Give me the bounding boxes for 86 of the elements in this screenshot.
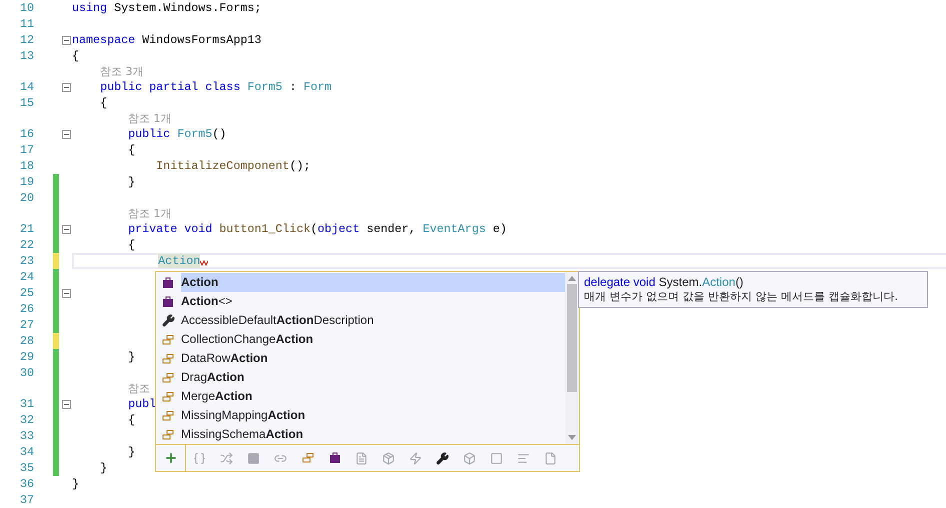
square-icon bbox=[247, 452, 260, 464]
code-line: public Form5() bbox=[127, 127, 226, 141]
line-number: 17 bbox=[18, 143, 34, 157]
page-icon bbox=[544, 452, 557, 464]
code-line: publ bbox=[127, 397, 156, 411]
line-number: 11 bbox=[18, 17, 34, 31]
line-number: 26 bbox=[18, 302, 34, 316]
collapse-icon[interactable] bbox=[62, 224, 71, 234]
line-number: 30 bbox=[18, 366, 34, 380]
completion-item[interactable]: MissingSchemaAction bbox=[156, 425, 565, 444]
completion-item[interactable]: AccessibleDefaultActionDescription bbox=[156, 311, 565, 330]
line-number: 25 bbox=[18, 286, 34, 300]
line-number: 33 bbox=[18, 429, 34, 443]
lightning-icon bbox=[409, 452, 422, 464]
line-number: 16 bbox=[18, 127, 34, 141]
code-line: } bbox=[127, 445, 136, 459]
completion-item[interactable]: Action<> bbox=[156, 292, 565, 311]
enum-icon bbox=[162, 372, 174, 384]
class-icon bbox=[162, 276, 174, 288]
line-number: 27 bbox=[18, 318, 34, 332]
collapse-icon[interactable] bbox=[62, 82, 71, 92]
code-line: InitializeComponent(); bbox=[155, 159, 310, 173]
collapse-icon[interactable] bbox=[62, 288, 71, 298]
signature-text: delegate void System.Action() bbox=[584, 275, 744, 289]
lines-icon bbox=[517, 452, 530, 464]
line-number: 29 bbox=[18, 350, 34, 364]
collapse-icon[interactable] bbox=[62, 130, 71, 138]
code-line: } bbox=[127, 350, 136, 364]
line-number: 19 bbox=[18, 175, 34, 189]
code-line: } bbox=[127, 175, 136, 189]
line-number: 10 bbox=[18, 1, 34, 15]
line-number: 20 bbox=[18, 191, 34, 205]
line-number: 21 bbox=[18, 222, 34, 236]
code-line: } bbox=[72, 477, 80, 491]
completion-item[interactable]: MissingMappingAction bbox=[156, 406, 565, 425]
code-line: { bbox=[72, 49, 80, 63]
shuffle-icon bbox=[220, 452, 233, 464]
scrollbar[interactable] bbox=[565, 272, 579, 444]
code-line: namespace WindowsFormsApp13 bbox=[72, 33, 262, 47]
completion-item[interactable]: DragAction bbox=[156, 368, 565, 387]
line-number: 32 bbox=[18, 413, 34, 427]
plus-icon bbox=[164, 451, 178, 465]
scroll-up-icon[interactable] bbox=[568, 276, 576, 281]
code-line: { bbox=[127, 238, 136, 252]
enum-icon bbox=[162, 390, 174, 402]
line-number: 35 bbox=[18, 461, 34, 475]
completion-item[interactable]: MergeAction bbox=[156, 387, 565, 406]
line-number: 34 bbox=[18, 445, 34, 459]
line-number: 18 bbox=[18, 159, 34, 173]
class-icon bbox=[162, 296, 174, 308]
line-number: 31 bbox=[18, 397, 34, 411]
line-number: 14 bbox=[18, 80, 34, 94]
line-number: 23 bbox=[18, 254, 34, 268]
collapse-icon[interactable] bbox=[62, 36, 71, 44]
line-number: 24 bbox=[18, 270, 34, 284]
code-line: { bbox=[99, 96, 108, 110]
enum-icon bbox=[302, 452, 314, 464]
box-icon bbox=[382, 452, 395, 464]
completion-item[interactable]: CollectionChangeAction bbox=[156, 330, 565, 349]
braces-icon bbox=[193, 452, 206, 464]
cube-icon bbox=[463, 452, 476, 464]
wrench-icon bbox=[436, 452, 449, 464]
enum-icon bbox=[162, 410, 174, 422]
code-line: { bbox=[127, 413, 136, 427]
line-number: 36 bbox=[18, 477, 34, 491]
enum-icon bbox=[162, 428, 174, 440]
line-number: 13 bbox=[18, 49, 34, 63]
line-number: 37 bbox=[18, 493, 34, 507]
code-line: using System.Windows.Forms; bbox=[72, 1, 262, 15]
line-number: 28 bbox=[18, 334, 34, 348]
text-icon bbox=[355, 452, 368, 464]
line-number: 22 bbox=[18, 238, 34, 252]
code-line: public partial class Form5 : Form bbox=[99, 80, 332, 94]
code-line: private void button1_Click(object sender, EventArgs e) bbox=[127, 222, 507, 236]
line-number: 12 bbox=[18, 33, 34, 47]
scroll-down-icon[interactable] bbox=[568, 435, 576, 440]
completion-item[interactable]: DataRowAction bbox=[156, 349, 565, 368]
collapse-icon[interactable] bbox=[62, 400, 71, 408]
code-line: } bbox=[99, 461, 108, 475]
class-icon bbox=[328, 452, 340, 464]
line-number: 15 bbox=[18, 96, 34, 110]
enum-icon bbox=[162, 352, 174, 364]
code-line: { bbox=[127, 143, 136, 157]
description-text: 매개 변수가 없으며 값을 반환하지 않는 메서드를 캡슐화합니다. bbox=[584, 289, 899, 304]
wrench-icon bbox=[162, 314, 174, 327]
enum-icon bbox=[162, 334, 174, 346]
